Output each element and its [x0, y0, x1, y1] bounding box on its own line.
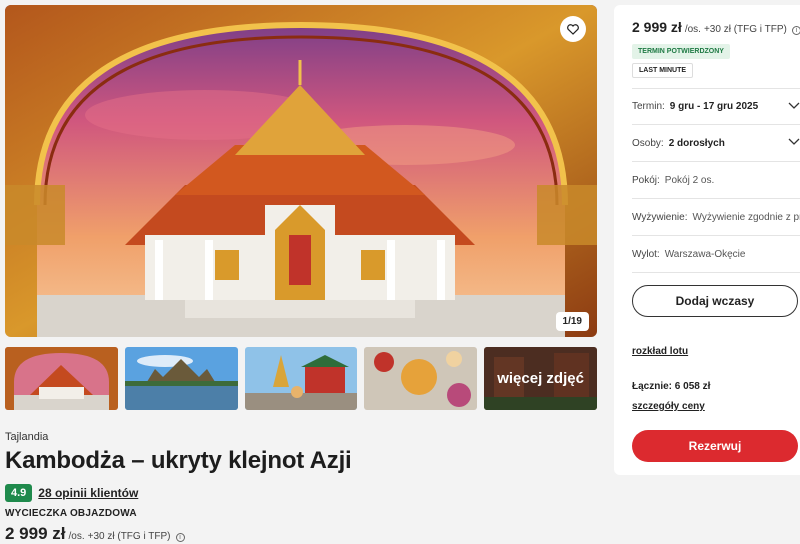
thumbnail-temple[interactable] [5, 347, 118, 410]
price-details-link[interactable]: szczegóły ceny [632, 401, 705, 412]
offer-extra-fee: +30 zł (TFG i TFP) [87, 531, 171, 542]
option-departure: Wylot: Warszawa-Okęcie [632, 236, 800, 273]
option-label: Wyżywienie: [632, 211, 688, 223]
add-holiday-button[interactable]: Dodaj wczasy [632, 285, 798, 317]
book-button[interactable]: Rezerwuj [632, 430, 798, 462]
thumbnail-strip: więcej zdjęć [5, 347, 597, 410]
offer-price-row: 2 999 zł /os. +30 zł (TFG i TFP) i [5, 524, 597, 544]
option-label: Osoby: [632, 137, 664, 149]
panel-per-person: /os. [684, 24, 701, 35]
option-persons[interactable]: Osoby: 2 dorosłych [632, 125, 800, 162]
option-label: Termin: [632, 101, 665, 112]
option-date[interactable]: Termin: 9 gru - 17 gru 2025 [632, 88, 800, 125]
country-label: Tajlandia [5, 431, 49, 443]
rating-row: 4.9 28 opinii klientów [5, 484, 597, 502]
option-value: 2 dorosłych [668, 137, 725, 149]
badge-confirmed: TERMIN POTWIERDZONY [632, 44, 730, 59]
booking-panel: 2 999 zł /os. +30 zł (TFG i TFP) i TERMI… [614, 5, 800, 475]
main-photo[interactable]: 1/19 [5, 5, 597, 337]
chevron-down-icon [788, 138, 800, 145]
panel-extra-fee: +30 zł (TFG i TFP) [703, 24, 787, 35]
thumbnail-angkor[interactable] [124, 347, 238, 410]
option-value: Wyżywienie zgodnie z programem [692, 211, 800, 223]
thumbnail-food[interactable] [364, 347, 478, 410]
option-value: Pokój 2 os. [664, 174, 715, 186]
more-photos-label: więcej zdjęć [484, 347, 597, 410]
info-icon[interactable]: i [791, 26, 800, 35]
total-price: Łącznie: 6 058 zł [632, 381, 711, 392]
tour-type-label: WYCIECZKA OBJAZDOWA [5, 508, 137, 519]
panel-price: 2 999 zł [632, 19, 682, 35]
offer-price: 2 999 zł [5, 524, 66, 543]
option-label: Pokój: [632, 174, 660, 186]
option-value: Warszawa-Okęcie [664, 248, 746, 260]
offer-per-person: /os. [68, 531, 85, 542]
option-label: Wylot: [632, 248, 660, 260]
reviews-link[interactable]: 28 opinii klientów [38, 486, 138, 500]
panel-price-row: 2 999 zł /os. +30 zł (TFG i TFP) i [632, 19, 800, 35]
heart-icon [567, 23, 579, 35]
thumbnail-market[interactable] [244, 347, 358, 410]
flight-schedule-link[interactable]: rozkład lotu [632, 346, 688, 357]
option-board: Wyżywienie: Wyżywienie zgodnie z program… [632, 199, 800, 236]
badge-last-minute: LAST MINUTE [632, 63, 694, 78]
option-room: Pokój: Pokój 2 os. [632, 162, 800, 199]
favorite-button[interactable] [560, 16, 586, 42]
thumbnail-more-photos[interactable]: więcej zdjęć [484, 347, 597, 410]
chevron-down-icon [788, 102, 800, 109]
offer-column: 1/19 więcej zdjęć Tajlandia Kambodża – u… [5, 5, 597, 544]
offer-title: Kambodża – ukryty klejnot Azji [5, 447, 352, 474]
option-value: 9 gru - 17 gru 2025 [669, 101, 759, 112]
rating-badge: 4.9 [5, 484, 33, 502]
options-list: Termin: 9 gru - 17 gru 2025 Osoby: 2 dor… [632, 88, 800, 273]
photo-counter: 1/19 [555, 312, 589, 331]
